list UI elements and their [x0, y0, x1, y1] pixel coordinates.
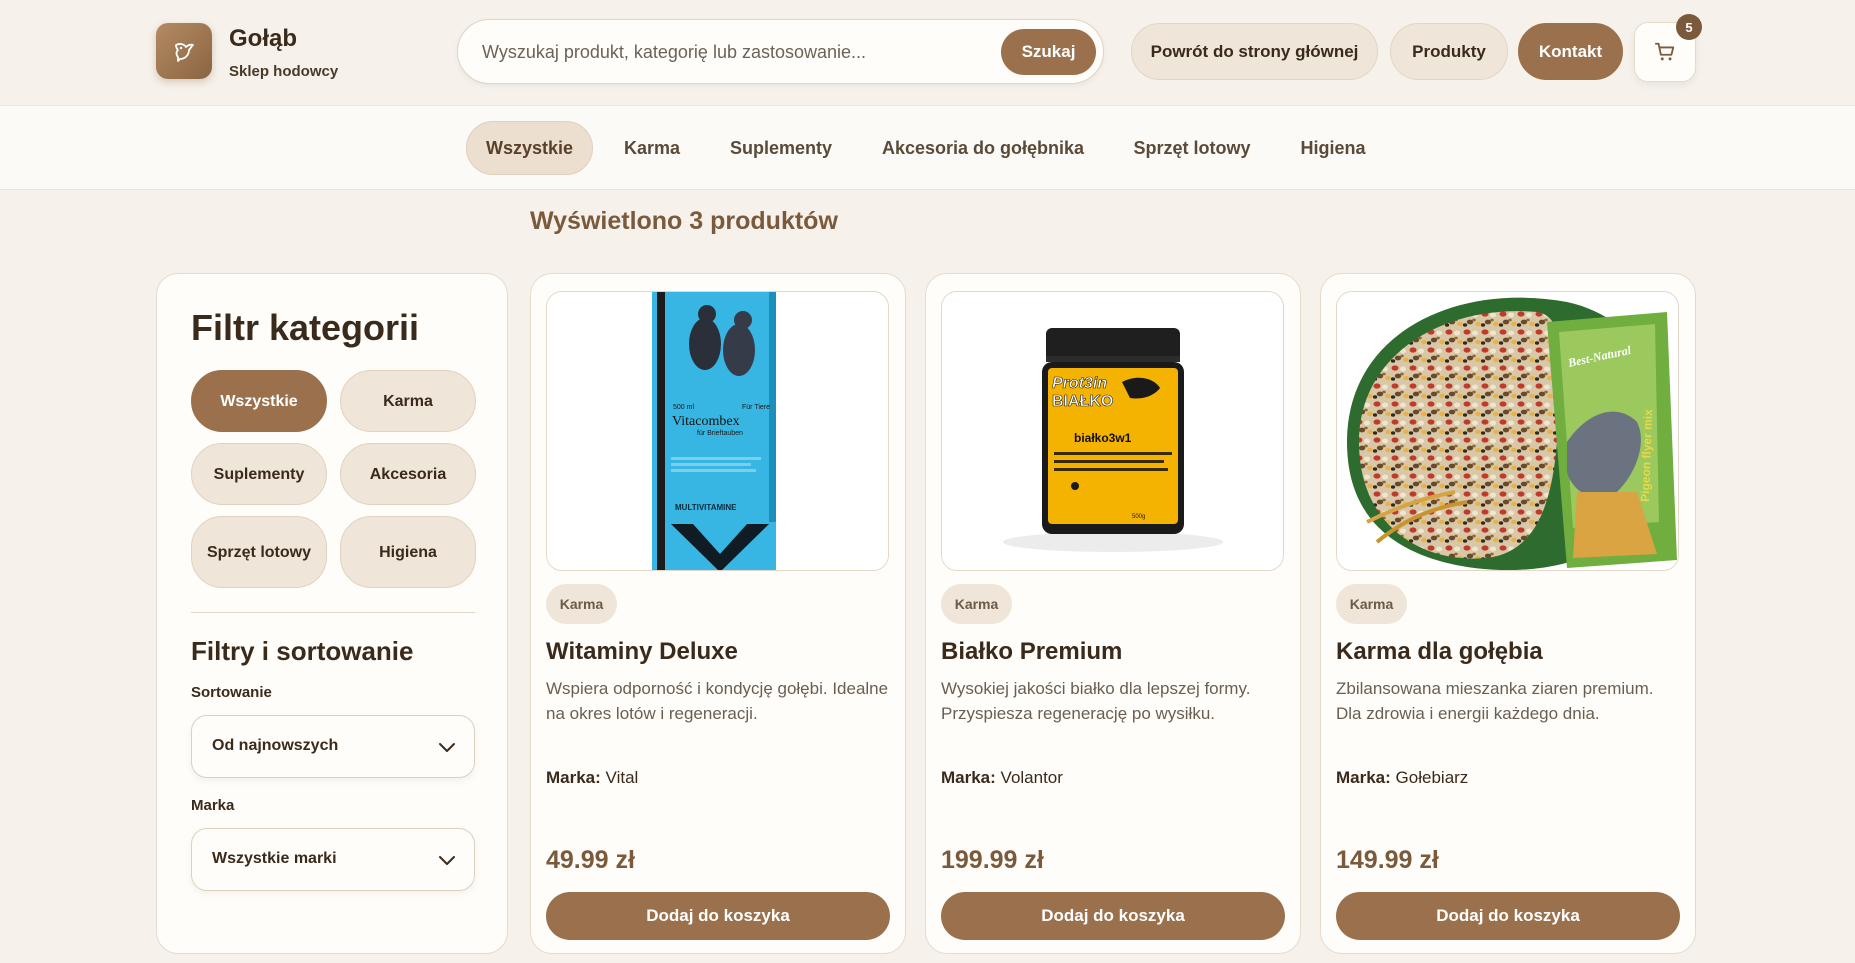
chip-higiena[interactable]: Higiena — [340, 516, 476, 588]
tab-suplementy[interactable]: Suplementy — [716, 121, 846, 175]
logo[interactable] — [156, 23, 212, 79]
search-button[interactable]: Szukaj — [1001, 29, 1096, 75]
bottle-label-text: MULTIVITAMINE — [675, 503, 737, 512]
jar-weight-text: 500g — [1132, 514, 1145, 520]
jar-sub-text: białko3w1 — [1074, 431, 1132, 445]
product-card: Best-Natural Pigeon flyer mix Karma Karm… — [1320, 273, 1696, 954]
product-image[interactable]: 500 ml Für Tiere Vitacombex für Brieftau… — [546, 291, 889, 571]
sort-label: Sortowanie — [191, 684, 272, 701]
search-bar: Szukaj — [457, 19, 1104, 84]
pigeon-icon — [175, 43, 194, 62]
tab-sprzet-lotowy[interactable]: Sprzęt lotowy — [1122, 121, 1262, 175]
product-description: Wspiera odporność i kondycję gołębi. Ide… — [546, 679, 889, 723]
jar-line2-text: BIAŁKO — [1052, 393, 1113, 410]
category-badge: Karma — [546, 584, 617, 624]
sort-value: Od najnowszych — [212, 737, 339, 754]
protein-jar-image: Prot3in BIAŁKO białko3w1 500g — [942, 292, 1283, 570]
product-brand: Marka: Volantor — [941, 768, 1063, 788]
brand-value: Volantor — [1000, 768, 1063, 787]
product-price: 49.99 zł — [546, 846, 635, 874]
product-description: Zbilansowana mieszanka ziaren premium. D… — [1336, 679, 1654, 723]
nav-home-button[interactable]: Powrót do strony głównej — [1131, 23, 1378, 80]
product-image[interactable]: Best-Natural Pigeon flyer mix — [1336, 291, 1679, 571]
bottle-tiere-text: Für Tiere — [742, 404, 770, 411]
header: Gołąb Sklep hodowcy Szukaj Powrót do str… — [0, 0, 1855, 105]
tab-all[interactable]: Wszystkie — [466, 121, 593, 175]
add-to-cart-button[interactable]: Dodaj do koszyka — [1336, 892, 1680, 940]
product-title[interactable]: Karma dla gołębia — [1336, 638, 1543, 666]
product-brand: Marka: Vital — [546, 768, 638, 788]
bottle-volume-text: 500 ml — [673, 404, 694, 411]
category-badge: Karma — [941, 584, 1012, 624]
tab-akcesoria[interactable]: Akcesoria do gołębnika — [866, 121, 1100, 175]
sort-select[interactable]: Od najnowszych — [191, 715, 475, 778]
product-image[interactable]: Prot3in BIAŁKO białko3w1 500g — [941, 291, 1284, 571]
brand-label: Marka: — [546, 768, 601, 787]
jar-line1-text: Prot3in — [1052, 375, 1107, 392]
cart-count-badge: 5 — [1676, 14, 1702, 40]
add-to-cart-button[interactable]: Dodaj do koszyka — [941, 892, 1285, 940]
product-card: 500 ml Für Tiere Vitacombex für Brieftau… — [530, 273, 906, 954]
tab-higiena[interactable]: Higiena — [1284, 121, 1382, 175]
bottle-sub-text: für Brieftauben — [697, 430, 743, 437]
chevron-down-icon — [439, 743, 455, 752]
product-card: Prot3in BIAŁKO białko3w1 500g Karma Biał… — [925, 273, 1301, 954]
brand-name: Gołąb — [229, 25, 298, 52]
nav-products-button[interactable]: Produkty — [1390, 23, 1508, 80]
search-input[interactable] — [482, 32, 952, 72]
product-price: 199.99 zł — [941, 846, 1044, 874]
product-brand: Marka: Gołebiarz — [1336, 768, 1468, 788]
brand-value: Wszystkie marki — [212, 850, 337, 867]
product-title[interactable]: Białko Premium — [941, 638, 1122, 666]
category-tabs: Wszystkie Karma Suplementy Akcesoria do … — [0, 105, 1855, 190]
product-price: 149.99 zł — [1336, 846, 1439, 874]
nav-contact-button[interactable]: Kontakt — [1518, 23, 1623, 80]
sidebar-title: Filtr kategorii — [191, 307, 420, 348]
product-title[interactable]: Witaminy Deluxe — [546, 638, 738, 666]
results-count: Wyświetlono 3 produktów — [530, 207, 838, 235]
chevron-down-icon — [439, 856, 455, 865]
chip-suplementy[interactable]: Suplementy — [191, 443, 327, 505]
bottle-name-text: Vitacombex — [672, 414, 740, 429]
sidebar-divider — [191, 612, 475, 613]
cart-icon — [1654, 42, 1675, 61]
filters-title: Filtry i sortowanie — [191, 636, 414, 666]
filter-sidebar: Filtr kategorii Wszystkie Karma Suplemen… — [156, 273, 508, 954]
chip-wszystkie[interactable]: Wszystkie — [191, 370, 327, 432]
add-to-cart-button[interactable]: Dodaj do koszyka — [546, 892, 890, 940]
chip-sprzet-lotowy[interactable]: Sprzęt lotowy — [191, 516, 327, 588]
brand-label: Marka — [191, 797, 235, 814]
brand-label: Marka: — [1336, 768, 1391, 787]
category-badge: Karma — [1336, 584, 1407, 624]
brand-subtitle: Sklep hodowcy — [229, 63, 339, 80]
brand-value: Vital — [605, 768, 639, 787]
product-description: Wysokiej jakości białko dla lepszej form… — [941, 679, 1251, 723]
brand-select[interactable]: Wszystkie marki — [191, 828, 475, 891]
chip-karma[interactable]: Karma — [340, 370, 476, 432]
seed-mix-bag-image: Best-Natural Pigeon flyer mix — [1337, 292, 1678, 570]
brand-value: Gołebiarz — [1395, 768, 1469, 787]
tab-karma[interactable]: Karma — [608, 121, 696, 175]
vitamin-bottle-image: 500 ml Für Tiere Vitacombex für Brieftau… — [547, 292, 888, 570]
chip-akcesoria[interactable]: Akcesoria — [340, 443, 476, 505]
brand-label: Marka: — [941, 768, 996, 787]
